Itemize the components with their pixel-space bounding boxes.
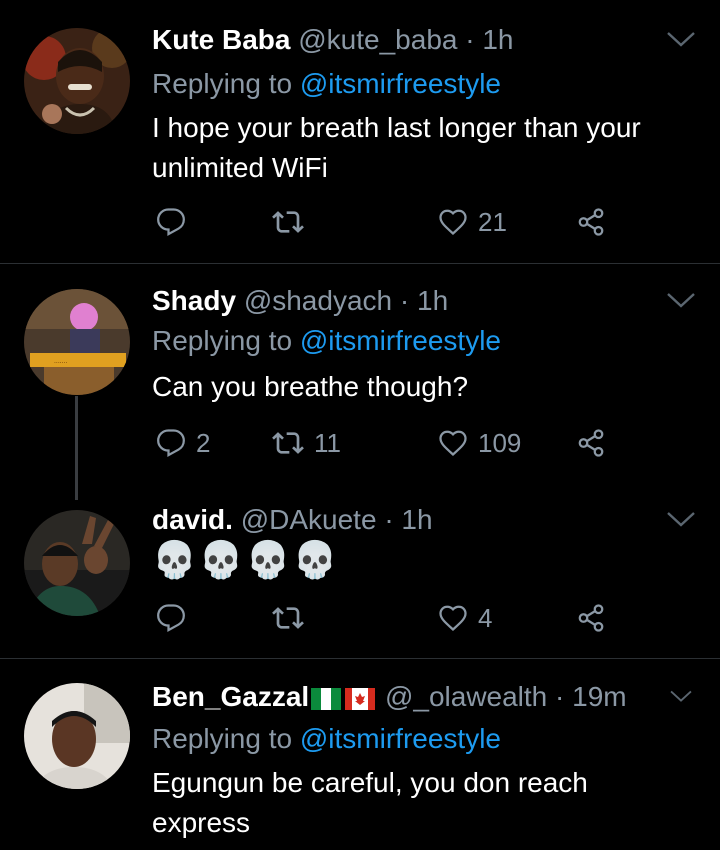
share-icon — [576, 603, 606, 633]
tweet-header: david. @DAkuete · 1h — [152, 500, 433, 540]
timestamp[interactable]: 1h — [417, 285, 448, 316]
like-button[interactable]: 21 — [438, 202, 507, 242]
like-button[interactable]: 109 — [438, 423, 521, 463]
skull-emoji: 💀💀💀💀 — [152, 539, 340, 580]
mention-link[interactable]: @itsmirfreestyle — [300, 68, 501, 99]
tweet-actions: 2 11 109 — [152, 423, 632, 463]
divider — [0, 658, 720, 659]
separator: · — [384, 504, 394, 535]
display-name[interactable]: Ben_Gazzal — [152, 681, 309, 712]
timestamp[interactable]: 19m — [572, 681, 626, 712]
retweet-button[interactable] — [272, 202, 314, 242]
like-count: 109 — [478, 427, 522, 458]
retweet-button[interactable] — [272, 598, 314, 638]
display-name[interactable]: Shady — [152, 285, 236, 316]
replying-prefix: Replying to — [152, 325, 293, 356]
tweet-text: Can you breathe though? — [152, 371, 469, 402]
heart-icon — [438, 603, 468, 633]
share-button[interactable] — [576, 202, 606, 242]
reply-button[interactable] — [156, 202, 196, 242]
like-count: 21 — [478, 206, 507, 237]
svg-text:.......: ....... — [54, 358, 67, 365]
retweet-button[interactable]: 11 — [272, 423, 341, 463]
reply-button[interactable] — [156, 598, 196, 638]
like-count: 4 — [478, 602, 493, 633]
avatar[interactable]: ....... — [24, 289, 130, 395]
tweet-actions: 21 — [152, 202, 632, 242]
tweet-header: Kute Baba @kute_baba · 1h — [152, 20, 514, 60]
separator: · — [465, 24, 475, 55]
chevron-down-icon[interactable] — [668, 687, 694, 705]
tweet-header: Shady @shadyach · 1h — [152, 281, 448, 321]
separator: · — [555, 681, 565, 712]
replying-to: Replying to @itsmirfreestyle — [152, 719, 501, 759]
share-icon — [576, 207, 606, 237]
divider — [0, 263, 720, 264]
replying-to: Replying to @itsmirfreestyle — [152, 321, 501, 361]
share-icon — [576, 428, 606, 458]
reply-icon — [156, 603, 186, 633]
chevron-down-icon[interactable] — [664, 28, 698, 50]
retweet-icon — [272, 602, 304, 634]
reply-icon — [156, 207, 186, 237]
share-button[interactable] — [576, 598, 606, 638]
retweet-icon — [272, 427, 304, 459]
timestamp[interactable]: 1h — [401, 504, 432, 535]
display-name[interactable]: Kute Baba — [152, 24, 290, 55]
avatar[interactable] — [24, 28, 130, 134]
separator: · — [399, 285, 410, 316]
username[interactable]: @DAkuete — [241, 504, 377, 535]
replying-prefix: Replying to — [152, 68, 293, 99]
retweet-count: 11 — [314, 427, 341, 458]
tweet-text: I hope your breath last longer than your… — [152, 112, 641, 183]
reply-count: 2 — [196, 427, 211, 458]
display-name[interactable]: david. — [152, 504, 233, 535]
tweet-ben-gazzal[interactable]: Ben_Gazzal @_olawealth · 19m Replying to… — [0, 677, 720, 850]
username[interactable]: @kute_baba — [298, 24, 457, 55]
reply-icon — [156, 428, 186, 458]
nigeria-flag-icon — [311, 687, 342, 710]
mention-link[interactable]: @itsmirfreestyle — [300, 325, 501, 356]
replying-to: Replying to @itsmirfreestyle — [152, 64, 501, 104]
chevron-down-icon[interactable] — [664, 289, 698, 311]
tweet-actions: 4 — [152, 598, 632, 638]
chevron-down-icon[interactable] — [664, 508, 698, 530]
username[interactable]: @shadyach — [244, 285, 392, 316]
tweet-kute-baba[interactable]: Kute Baba @kute_baba · 1h Replying to @i… — [0, 20, 720, 260]
reply-button[interactable]: 2 — [156, 423, 210, 463]
canada-flag-icon — [345, 687, 376, 710]
like-button[interactable]: 4 — [438, 598, 492, 638]
tweet-header: Ben_Gazzal @_olawealth · 19m — [152, 677, 627, 717]
avatar[interactable] — [24, 510, 130, 616]
timestamp[interactable]: 1h — [482, 24, 513, 55]
share-button[interactable] — [576, 423, 606, 463]
tweet-shady[interactable]: ....... Shady @shadyach · 1h Replying to… — [0, 281, 720, 481]
replying-prefix: Replying to — [152, 723, 293, 754]
retweet-icon — [272, 206, 304, 238]
avatar[interactable] — [24, 683, 130, 789]
mention-link[interactable]: @itsmirfreestyle — [300, 723, 501, 754]
heart-icon — [438, 428, 468, 458]
username[interactable]: @_olawealth — [385, 681, 547, 712]
tweet-david[interactable]: david. @DAkuete · 1h 💀💀💀💀 4 — [0, 500, 720, 650]
tweet-text: Egungun be careful, you don reach expres… — [152, 767, 588, 838]
heart-icon — [438, 207, 468, 237]
